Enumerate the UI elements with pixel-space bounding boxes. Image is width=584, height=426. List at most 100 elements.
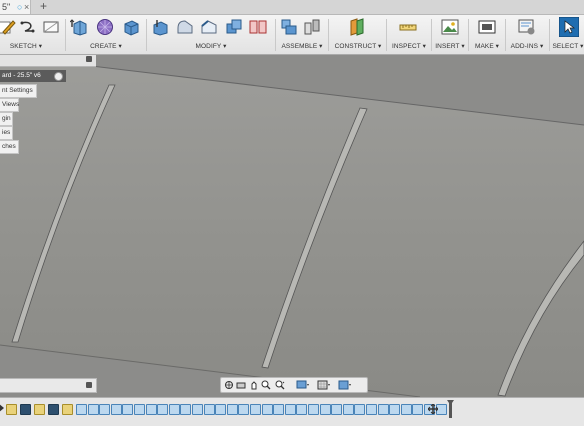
timeline-feature-icon[interactable] [76,404,87,415]
line-icon[interactable] [19,18,37,36]
browser-panel-header[interactable]: ard - 25.5" v6 [0,70,66,82]
timeline-marker-icon[interactable] [447,400,454,418]
inspect-group: INSPECT ▾ [389,15,429,54]
form-icon[interactable] [96,18,114,36]
box-icon[interactable] [122,18,140,36]
shell-icon[interactable] [225,18,243,36]
extrude-icon[interactable] [70,18,88,36]
browser-item-origin[interactable]: gin [0,112,13,126]
pin-icon[interactable] [54,72,63,81]
sketch-menu[interactable]: SKETCH ▾ [0,42,58,50]
browser-root-title: ard - 25.5" v6 [2,72,41,79]
inspect-menu[interactable]: INSPECT ▾ [389,42,429,50]
toolbar-divider [146,19,147,51]
browser-item-document-settings[interactable]: nt Settings [0,84,37,98]
timeline-feature-icon[interactable] [203,404,215,415]
addins-menu[interactable]: ADD-INS ▾ [507,42,547,50]
timeline-feature-icon[interactable] [273,404,285,415]
comments-panel[interactable] [0,378,97,393]
joint-icon[interactable] [303,18,321,36]
sketch-group: SKETCH ▾ [0,15,64,54]
3d-print-icon[interactable] [478,18,496,36]
look-at-icon[interactable] [236,380,246,390]
timeline-feature-icon[interactable] [342,404,354,415]
timeline-feature-icon[interactable] [250,404,261,415]
orbit-icon[interactable] [224,380,234,390]
pan-icon[interactable] [249,380,259,390]
toolbar-divider [431,19,432,51]
timeline-feature-icon[interactable] [308,404,319,415]
model-canvas[interactable] [0,55,584,397]
grid-settings-icon[interactable] [317,380,331,390]
timeline-feature-icon[interactable] [319,404,331,415]
chamfer-icon[interactable] [200,18,218,36]
timeline-feature-icon[interactable] [192,404,203,415]
timeline-sketch-icon[interactable] [20,404,31,415]
viewports-icon[interactable] [338,380,352,390]
zoom-icon[interactable] [261,380,271,390]
rectangle-icon[interactable] [42,18,60,36]
new-tab-button[interactable]: + [40,0,47,13]
close-tab-button[interactable]: × [24,0,29,14]
timeline-sketch-icon[interactable] [48,404,59,415]
select-icon[interactable] [559,17,579,37]
timeline-feature-icon[interactable] [87,404,99,415]
construct-menu[interactable]: CONSTRUCT ▾ [332,42,384,50]
browser-item-sketches[interactable]: ches [0,140,19,154]
timeline-feature-icon[interactable] [389,404,401,415]
timeline-feature-icon[interactable] [296,404,308,415]
combine-icon[interactable] [249,18,267,36]
create-menu[interactable]: CREATE ▾ [68,42,144,50]
display-settings-icon[interactable] [296,380,310,390]
timeline-feature-icon[interactable] [180,404,192,415]
create-sketch-icon[interactable] [0,18,16,36]
make-menu[interactable]: MAKE ▾ [471,42,503,50]
browser-item-named-views[interactable]: Views [0,98,19,112]
toolbar-divider [65,19,66,51]
fit-icon[interactable] [275,380,285,390]
timeline-feature-icon[interactable] [284,404,296,415]
move-feature-icon[interactable] [428,404,438,414]
insert-menu[interactable]: INSERT ▾ [434,42,466,50]
assemble-group: ASSEMBLE ▾ [278,15,326,54]
timeline-feature-icon[interactable] [366,404,377,415]
fillet-icon[interactable] [176,18,194,36]
modify-menu[interactable]: MODIFY ▾ [149,42,273,50]
addins-group: ADD-INS ▾ [507,15,547,54]
select-menu[interactable]: SELECT ▾ [552,42,584,50]
toolbar-divider [275,19,276,51]
timeline-feature-icon[interactable] [226,404,238,415]
collapse-comments-icon[interactable] [86,382,92,388]
measure-icon[interactable] [399,18,417,36]
assemble-menu[interactable]: ASSEMBLE ▾ [278,42,326,50]
timeline-feature-icon[interactable] [157,404,169,415]
main-toolbar: SKETCH ▾ CREATE ▾ MODIFY ▾ ASSEMBLE ▾ CO… [0,15,584,55]
timeline-feature-icon[interactable] [377,404,389,415]
timeline-feature-icon[interactable] [331,404,343,415]
timeline-feature-icon[interactable] [354,404,366,415]
collapse-panel-icon[interactable] [86,56,92,62]
timeline-sketch-icon[interactable] [6,404,17,415]
timeline-sketch-icon[interactable] [34,404,45,415]
timeline-feature-icon[interactable] [99,404,111,415]
timeline-feature-icon[interactable] [412,404,424,415]
timeline-feature-icon[interactable] [238,404,250,415]
document-tab[interactable]: 5" ○ × [0,0,31,14]
toolbar-divider [386,19,387,51]
timeline-feature-icon[interactable] [110,404,122,415]
browser-item-bodies[interactable]: ies [0,126,13,140]
offset-plane-icon[interactable] [348,18,366,36]
timeline-feature-icon[interactable] [168,404,180,415]
new-component-icon[interactable] [280,18,298,36]
timeline-feature-icon[interactable] [261,404,273,415]
timeline-feature-icon[interactable] [400,404,412,415]
timeline-feature-icon[interactable] [122,404,134,415]
timeline-feature-icon[interactable] [215,404,227,415]
insert-image-icon[interactable] [441,18,459,36]
timeline-feature-icon[interactable] [134,404,145,415]
scripts-icon[interactable] [518,18,536,36]
model-viewport[interactable] [0,55,584,397]
timeline-sketch-icon[interactable] [62,404,73,415]
timeline-feature-icon[interactable] [145,404,157,415]
press-pull-icon[interactable] [151,18,169,36]
